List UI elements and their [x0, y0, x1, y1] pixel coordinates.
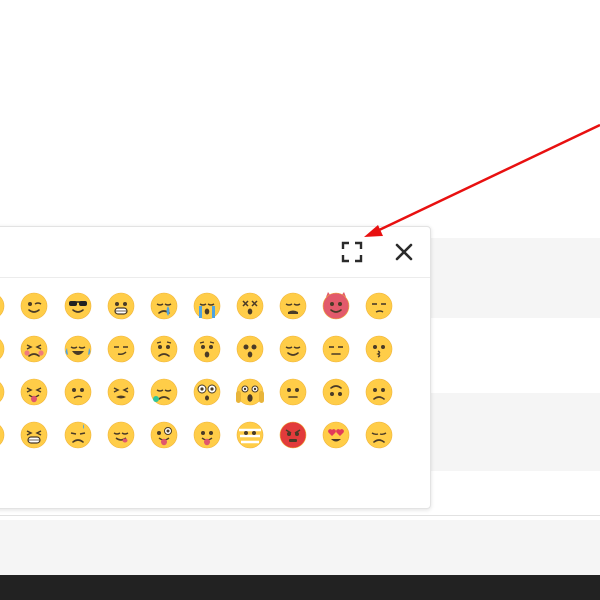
- unamused-emoji-icon: [365, 292, 393, 320]
- sunglasses-emoji-icon: [64, 292, 92, 320]
- neutral-emoji-icon: [279, 378, 307, 406]
- astonished-emoji-icon: [236, 335, 264, 363]
- emoji-weary-button[interactable]: [278, 291, 308, 321]
- emoji-wide-eyed-button[interactable]: [192, 377, 222, 407]
- expressionless-emoji-icon: [322, 335, 350, 363]
- emoji-angry-red-button[interactable]: [278, 420, 308, 450]
- emoji-grin-edge-button[interactable]: [0, 420, 6, 450]
- flushed-squint-emoji-icon: [20, 335, 48, 363]
- emoji-hushed-button[interactable]: [192, 334, 222, 364]
- emoji-confused-button[interactable]: [63, 377, 93, 407]
- divider: [0, 515, 600, 516]
- big-grin-emoji-icon: [20, 421, 48, 449]
- grimacing-emoji-icon: [107, 292, 135, 320]
- emoji-smiling-devil-button[interactable]: [321, 291, 351, 321]
- emoji-worried-button[interactable]: [149, 334, 179, 364]
- wide-eyed-emoji-icon: [193, 378, 221, 406]
- hushed-emoji-icon: [193, 335, 221, 363]
- frowning-emoji-icon: [365, 378, 393, 406]
- dizzy-face-emoji-icon: [236, 292, 264, 320]
- emoji-winking-button[interactable]: [19, 291, 49, 321]
- emoji-grid: [0, 227, 430, 508]
- emoji-crying-sad-button[interactable]: [149, 291, 179, 321]
- tired-emoji-icon: [107, 378, 135, 406]
- emoji-tired-button[interactable]: [106, 377, 136, 407]
- emoji-drooling-button[interactable]: [149, 377, 179, 407]
- emoji-relieved-button[interactable]: [278, 334, 308, 364]
- heart-eyes-emoji-icon: [322, 421, 350, 449]
- emoji-kissing-button[interactable]: [364, 334, 394, 364]
- emoji-joy-tears-button[interactable]: [63, 334, 93, 364]
- background-footer: [0, 520, 600, 575]
- zany-emoji-icon: [150, 421, 178, 449]
- emoji-neutral-edge-button[interactable]: [0, 377, 6, 407]
- emoji-sad-sweat-button[interactable]: [63, 420, 93, 450]
- emoji-yum-button[interactable]: [106, 420, 136, 450]
- upside-down-emoji-icon: [322, 378, 350, 406]
- emoji-expressionless-button[interactable]: [321, 334, 351, 364]
- emoji-neutral-button[interactable]: [278, 377, 308, 407]
- angry-red-emoji-icon: [279, 421, 307, 449]
- kissing-emoji-icon: [365, 335, 393, 363]
- emoji-screaming-button[interactable]: [235, 377, 265, 407]
- emoji-pensive-button[interactable]: [364, 420, 394, 450]
- emoji-astonished-button[interactable]: [235, 334, 265, 364]
- confused-emoji-icon: [64, 378, 92, 406]
- joy-tears-emoji-icon: [64, 335, 92, 363]
- drooling-emoji-icon: [150, 378, 178, 406]
- emoji-grinning-sweat-button[interactable]: [0, 291, 6, 321]
- crying-sad-emoji-icon: [150, 292, 178, 320]
- sobbing-emoji-icon: [193, 292, 221, 320]
- emoji-flushed-squint-button[interactable]: [19, 334, 49, 364]
- smiling-devil-emoji-icon: [322, 292, 350, 320]
- emoji-picker-popup: [0, 226, 431, 509]
- bottom-bar: [0, 575, 600, 600]
- neutral-edge-emoji-icon: [0, 382, 5, 402]
- tongue-out-emoji-icon: [193, 421, 221, 449]
- weary-emoji-icon: [279, 292, 307, 320]
- emoji-tongue-squint-button[interactable]: [19, 377, 49, 407]
- emoji-dizzy-face-button[interactable]: [235, 291, 265, 321]
- tongue-squint-emoji-icon: [20, 378, 48, 406]
- emoji-big-grin-button[interactable]: [19, 420, 49, 450]
- grin-edge-emoji-icon: [0, 425, 5, 445]
- emoji-sobbing-button[interactable]: [192, 291, 222, 321]
- emoji-unamused-button[interactable]: [364, 291, 394, 321]
- winking-emoji-icon: [20, 292, 48, 320]
- smirk-emoji-icon: [107, 335, 135, 363]
- emoji-upside-down-button[interactable]: [321, 377, 351, 407]
- emoji-sunglasses-button[interactable]: [63, 291, 93, 321]
- grinning-sweat-emoji-icon: [0, 296, 5, 316]
- emoji-heart-eyes-button[interactable]: [321, 420, 351, 450]
- emoji-smirk-button[interactable]: [106, 334, 136, 364]
- emoji-grimacing-button[interactable]: [106, 291, 136, 321]
- emoji-zany-button[interactable]: [149, 420, 179, 450]
- yum-emoji-icon: [107, 421, 135, 449]
- emoji-mummy-face-button[interactable]: [235, 420, 265, 450]
- emoji-frowning-button[interactable]: [364, 377, 394, 407]
- emoji-tongue-out-button[interactable]: [192, 420, 222, 450]
- pensive-emoji-icon: [365, 421, 393, 449]
- relieved-emoji-icon: [279, 335, 307, 363]
- screaming-emoji-icon: [236, 378, 264, 406]
- sad-sweat-emoji-icon: [64, 421, 92, 449]
- worried-emoji-icon: [150, 335, 178, 363]
- neutral-partial-emoji-icon: [0, 339, 5, 359]
- mummy-face-emoji-icon: [236, 421, 264, 449]
- emoji-neutral-partial-button[interactable]: [0, 334, 6, 364]
